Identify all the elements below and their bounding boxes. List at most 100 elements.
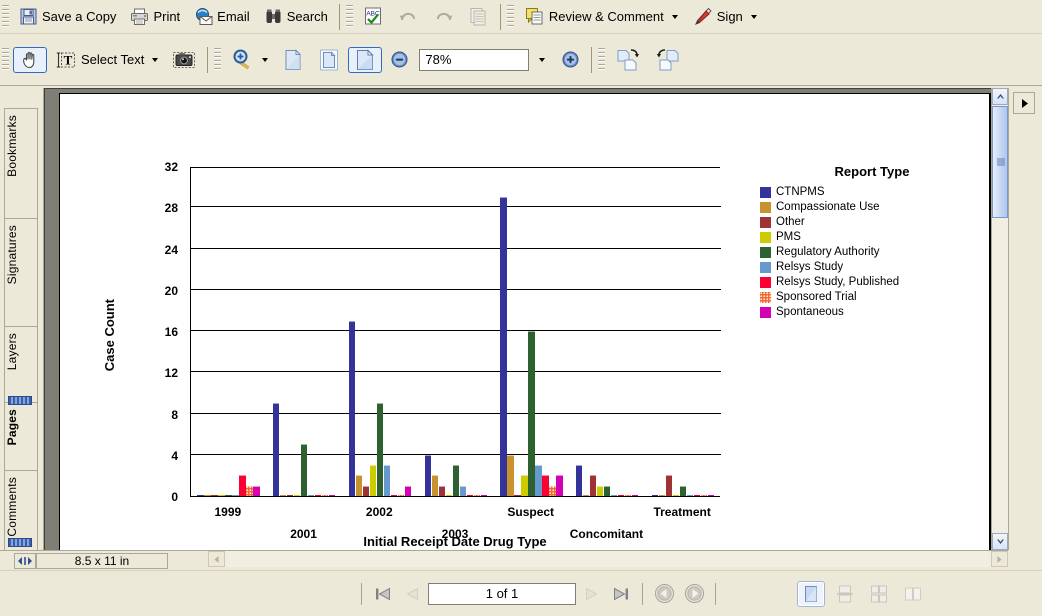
hand-tool-button[interactable] <box>13 46 47 73</box>
horizontal-scrollbar[interactable] <box>208 550 1008 567</box>
actual-size-button[interactable] <box>276 47 310 73</box>
bar <box>596 485 604 496</box>
toolbar-grip[interactable] <box>2 47 9 72</box>
sign-button[interactable]: Sign <box>686 4 763 30</box>
main-toolbar: Save a Copy Print Email Search ABC Revie… <box>0 0 1042 34</box>
bar <box>225 494 232 496</box>
previous-page-icon <box>406 587 418 600</box>
svg-text:ABC: ABC <box>366 11 380 18</box>
page-number-input[interactable]: 1 of 1 <box>428 582 576 605</box>
sidebar-tab-pages[interactable]: Pages <box>4 402 38 470</box>
bar <box>308 494 315 496</box>
chevron-up-icon <box>996 94 1004 99</box>
document-pane[interactable]: Case Count 0 4 8 12 16 20 24 28 32 1999 2001 2002 2… <box>44 88 991 550</box>
zoom-in-tool-button[interactable] <box>225 47 274 73</box>
rotate-counterclockwise-button[interactable] <box>649 47 687 73</box>
navigation-tabs-sidebar: Bookmarks Signatures Layers Pages Commen… <box>0 88 44 568</box>
bar <box>246 485 253 496</box>
sidebar-splitter-grip[interactable] <box>8 538 32 547</box>
sidebar-tab-comments-label: Comments <box>5 477 19 537</box>
go-back-button[interactable] <box>649 581 679 607</box>
continuous-facing-view-button[interactable] <box>865 581 893 607</box>
toolbar-grip[interactable] <box>506 4 514 29</box>
toolbar-grip[interactable] <box>345 4 353 29</box>
review-and-comment-button[interactable]: Review & Comment <box>518 4 684 30</box>
rotate-clockwise-button[interactable] <box>609 47 647 73</box>
expand-right-panel-button[interactable] <box>1013 92 1035 114</box>
vertical-scrollbar[interactable] <box>991 88 1008 550</box>
redo-button[interactable] <box>427 4 460 30</box>
bar <box>651 494 659 496</box>
bar <box>322 494 329 496</box>
resize-horizontal-icon[interactable] <box>14 552 36 569</box>
bar <box>376 403 384 496</box>
chevron-down-icon[interactable] <box>539 57 546 62</box>
previous-page-button[interactable] <box>398 581 428 607</box>
sidebar-splitter-grip[interactable] <box>8 396 32 405</box>
undo-button[interactable] <box>392 4 425 30</box>
scroll-up-button[interactable] <box>992 88 1008 105</box>
bar <box>528 331 535 496</box>
bar <box>445 494 452 496</box>
print-button[interactable]: Print <box>124 4 186 30</box>
chevron-down-icon[interactable] <box>671 14 678 19</box>
bar <box>355 475 363 496</box>
toolbar-separator <box>338 3 340 30</box>
zoom-in-button[interactable] <box>555 47 586 73</box>
x-tick-label: 1999 <box>214 505 242 519</box>
vertical-scrollbar-thumb[interactable] <box>992 106 1008 218</box>
chart-plot-area <box>190 166 721 497</box>
zoom-out-button[interactable] <box>384 47 415 73</box>
sidebar-tab-layers-label: Layers <box>5 333 19 371</box>
bar <box>452 465 459 496</box>
search-button[interactable]: Search <box>258 4 334 30</box>
chart-bars <box>191 166 721 496</box>
select-text-button[interactable]: T Select Text <box>49 47 164 73</box>
sidebar-tab-bookmarks[interactable]: Bookmarks <box>4 108 38 218</box>
single-page-view-button[interactable] <box>797 580 825 607</box>
chevron-down-icon[interactable] <box>262 57 269 62</box>
bar <box>473 494 480 496</box>
spell-check-button[interactable]: ABC <box>357 4 390 30</box>
acrobat-reader-window: Save a Copy Print Email Search ABC Revie… <box>0 0 1042 616</box>
toolbar-grip[interactable] <box>598 47 606 72</box>
triangle-right-icon <box>1021 98 1028 108</box>
scroll-right-button[interactable] <box>991 551 1008 567</box>
save-a-copy-button[interactable]: Save a Copy <box>13 4 122 30</box>
toolbar-grip[interactable] <box>2 4 9 29</box>
legend-label: Compassionate Use <box>776 201 880 213</box>
chart-legend-title: Report Type <box>834 164 910 179</box>
legend-swatch <box>760 291 771 303</box>
legend-swatch <box>760 261 771 273</box>
page-plain-icon <box>285 48 302 70</box>
bar <box>631 494 639 496</box>
last-page-button[interactable] <box>606 581 636 607</box>
bar <box>232 494 239 496</box>
first-page-button[interactable] <box>368 581 398 607</box>
chevron-down-icon[interactable] <box>152 57 159 62</box>
bar <box>535 465 542 496</box>
fit-width-button[interactable] <box>348 46 383 73</box>
toolbar-grip[interactable] <box>214 47 222 72</box>
fit-page-button[interactable] <box>312 47 346 73</box>
bar <box>549 485 556 496</box>
sidebar-tab-layers[interactable]: Layers <box>4 326 38 402</box>
email-button[interactable]: Email <box>188 4 256 30</box>
scroll-left-button[interactable] <box>208 551 225 567</box>
snapshot-tool-button[interactable] <box>166 47 202 73</box>
continuous-facing-icon <box>871 585 887 602</box>
next-page-button[interactable] <box>576 581 606 607</box>
continuous-view-button[interactable] <box>831 581 859 607</box>
zoom-level-input[interactable]: 78% <box>419 48 530 71</box>
chart-legend: Report Type CTNPMS Compassionate Use Other… <box>760 164 970 320</box>
sidebar-tab-signatures[interactable]: Signatures <box>4 218 38 326</box>
copy-button[interactable] <box>462 4 495 30</box>
chevron-down-icon[interactable] <box>750 14 757 19</box>
sidebar-tab-signatures-label: Signatures <box>5 225 19 285</box>
facing-view-button[interactable] <box>899 581 927 607</box>
legend-label: PMS <box>776 231 801 243</box>
bar <box>556 475 563 496</box>
go-forward-button[interactable] <box>679 581 709 607</box>
scroll-down-button[interactable] <box>992 533 1008 550</box>
bar <box>362 485 370 496</box>
